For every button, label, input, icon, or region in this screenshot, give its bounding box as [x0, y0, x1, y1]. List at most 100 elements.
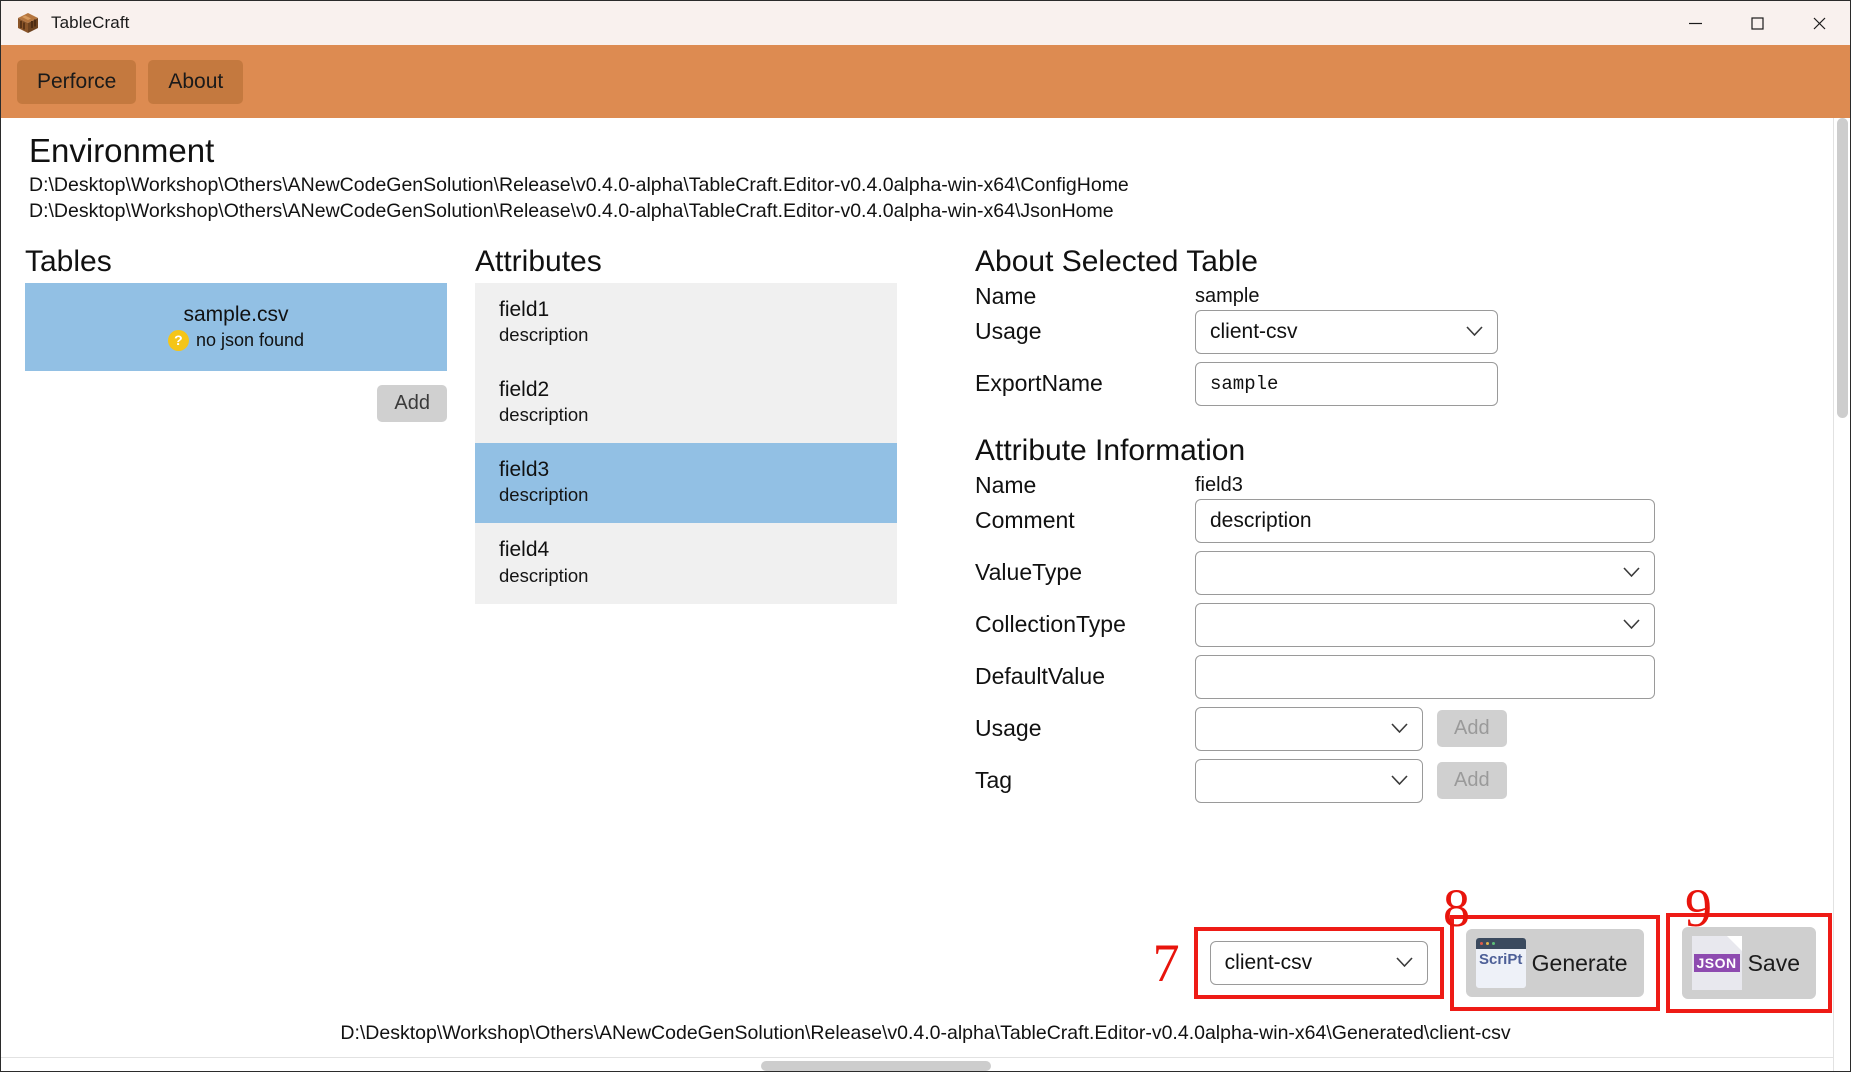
callout-9: 9	[1685, 878, 1712, 938]
maximize-button[interactable]	[1726, 1, 1788, 45]
application-window: TableCraft Perforce About Environment D:…	[0, 0, 1851, 1072]
table-item-status: ? no json found	[167, 329, 305, 351]
attribute-list-item[interactable]: field4 description	[475, 523, 897, 604]
attribute-tag-combobox[interactable]	[1195, 758, 1423, 803]
bottom-action-bar: 7 client-csv 8 ScriPt Generate 9 JSON Sa…	[1, 881, 1850, 1013]
table-name-row: Name sample	[975, 283, 1850, 310]
attribute-information-title: Attribute Information	[975, 433, 1246, 467]
detail-panel: About Selected Table Name sample Usage c…	[925, 245, 1850, 809]
window-controls	[1664, 1, 1850, 45]
table-name-value: sample	[1195, 284, 1260, 307]
default-value-label: DefaultValue	[975, 663, 1105, 690]
callout-8: 8	[1443, 878, 1470, 938]
menu-about[interactable]: About	[148, 59, 244, 104]
script-icon-titlebar	[1475, 938, 1526, 949]
script-icon-dot-green	[1491, 942, 1495, 945]
attribute-usage-row: Usage Add	[975, 706, 1850, 751]
vertical-scrollbar[interactable]	[1833, 118, 1850, 1071]
default-value-input[interactable]	[1195, 654, 1655, 699]
attribute-name: field2	[499, 377, 550, 401]
table-name-label: Name	[975, 282, 1037, 309]
vertical-scrollbar-thumb[interactable]	[1837, 118, 1848, 418]
attributes-list: field1 description field2 description fi…	[475, 282, 897, 604]
attribute-comment-value: description	[1210, 508, 1312, 532]
attribute-comment-label: Comment	[975, 507, 1075, 534]
export-name-label: ExportName	[975, 370, 1103, 397]
chevron-down-icon	[1623, 615, 1640, 635]
attribute-name-row: Name field3	[975, 472, 1850, 499]
add-table-button[interactable]: Add	[377, 384, 447, 422]
save-button[interactable]: JSON Save	[1681, 927, 1816, 999]
minimize-button[interactable]	[1664, 1, 1726, 45]
default-value-row: DefaultValue	[975, 654, 1850, 699]
attribute-list-item-selected[interactable]: field3 description	[475, 443, 897, 524]
attribute-usage-combobox[interactable]	[1195, 706, 1423, 751]
output-path-status: D:\Desktop\Workshop\Others\ANewCodeGenSo…	[340, 1022, 1511, 1044]
json-icon-tag: JSON	[1693, 954, 1740, 972]
export-usage-highlight: client-csv	[1193, 927, 1444, 999]
question-badge-icon: ?	[167, 329, 189, 351]
table-list-item[interactable]: sample.csv ? no json found	[25, 282, 447, 371]
columns-layout: Tables sample.csv ? no json found Add At…	[1, 245, 1850, 809]
attribute-name: field1	[499, 297, 550, 321]
table-item-status-text: no json found	[195, 329, 305, 350]
generate-label: Generate	[1531, 949, 1628, 976]
attribute-name: field3	[499, 458, 550, 482]
json-home-path: D:\Desktop\Workshop\Others\ANewCodeGenSo…	[29, 200, 1114, 223]
attribute-list-item[interactable]: field1 description	[475, 282, 897, 363]
menu-bar: Perforce About	[1, 45, 1850, 118]
tables-add-row: Add	[25, 384, 447, 422]
attribute-description: description	[499, 404, 589, 426]
chevron-down-icon	[1391, 719, 1408, 739]
generate-highlight: ScriPt Generate	[1449, 915, 1660, 1011]
attribute-name: field4	[499, 538, 550, 562]
table-usage-combobox[interactable]: client-csv	[1195, 309, 1498, 354]
chevron-down-icon	[1623, 563, 1640, 583]
value-type-combobox[interactable]	[1195, 550, 1655, 595]
attribute-comment-input[interactable]: description	[1195, 498, 1655, 543]
environment-heading: Environment	[29, 132, 215, 169]
export-name-value: sample	[1210, 372, 1279, 395]
table-usage-value: client-csv	[1210, 319, 1298, 343]
environment-section: Environment D:\Desktop\Workshop\Others\A…	[1, 118, 1850, 225]
menu-perforce[interactable]: Perforce	[17, 59, 137, 104]
window-title: TableCraft	[51, 13, 130, 32]
attribute-description: description	[499, 564, 589, 586]
export-name-row: ExportName sample	[975, 361, 1850, 406]
horizontal-scrollbar[interactable]	[1, 1057, 1833, 1071]
tables-panel: Tables sample.csv ? no json found Add	[25, 245, 475, 422]
export-name-input[interactable]: sample	[1195, 361, 1498, 406]
tables-list: sample.csv ? no json found	[25, 282, 447, 371]
attribute-usage-label: Usage	[975, 715, 1042, 742]
json-file-icon: JSON	[1691, 936, 1742, 990]
script-icon-text: ScriPt	[1478, 951, 1523, 968]
add-usage-button[interactable]: Add	[1437, 710, 1507, 748]
attribute-name-label: Name	[975, 471, 1037, 498]
attribute-name-value: field3	[1195, 473, 1243, 496]
title-bar: TableCraft	[1, 1, 1850, 45]
attribute-tag-row: Tag Add	[975, 758, 1850, 803]
attribute-comment-row: Comment description	[975, 498, 1850, 543]
chevron-down-icon	[1396, 953, 1413, 973]
table-usage-row: Usage client-csv	[975, 309, 1850, 354]
horizontal-scrollbar-thumb[interactable]	[761, 1061, 991, 1071]
add-tag-button[interactable]: Add	[1437, 762, 1507, 800]
attribute-description: description	[499, 323, 589, 345]
export-usage-combobox[interactable]: client-csv	[1209, 941, 1428, 985]
close-button[interactable]	[1788, 1, 1850, 45]
crate-box-icon	[17, 12, 39, 34]
collection-type-combobox[interactable]	[1195, 602, 1655, 647]
attributes-panel: Attributes field1 description field2 des…	[475, 245, 925, 604]
value-type-label: ValueType	[975, 559, 1082, 586]
attribute-list-item[interactable]: field2 description	[475, 362, 897, 444]
table-usage-label: Usage	[975, 318, 1042, 345]
script-icon-dot-red	[1479, 942, 1483, 945]
callout-7: 7	[1152, 933, 1180, 993]
generate-button[interactable]: ScriPt Generate	[1465, 929, 1644, 997]
attribute-tag-label: Tag	[975, 767, 1013, 794]
attribute-description: description	[499, 484, 589, 506]
main-content: Environment D:\Desktop\Workshop\Others\A…	[1, 118, 1850, 1071]
collection-type-row: CollectionType	[975, 602, 1850, 647]
attributes-title: Attributes	[475, 244, 602, 278]
tables-title: Tables	[25, 244, 112, 278]
